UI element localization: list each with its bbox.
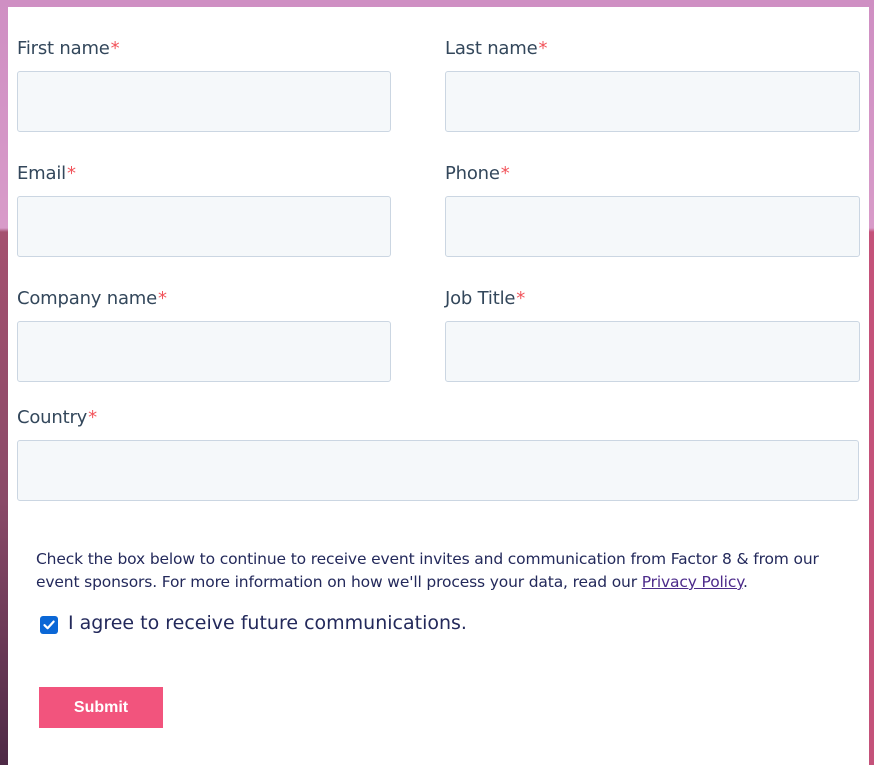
- country-label: Country*: [17, 407, 97, 428]
- company-name-input[interactable]: [17, 321, 391, 382]
- required-marker: *: [66, 163, 76, 184]
- required-marker: *: [158, 288, 167, 309]
- consent-checkbox-label: I agree to receive future communications…: [68, 612, 467, 634]
- required-marker: *: [88, 407, 97, 428]
- email-input[interactable]: [17, 196, 391, 257]
- country-input[interactable]: [17, 440, 859, 501]
- email-label: Email*: [17, 163, 76, 184]
- phone-input[interactable]: [445, 196, 860, 257]
- required-marker: *: [538, 38, 548, 59]
- job-title-label: Job Title*: [445, 288, 526, 309]
- company-name-label: Company name*: [17, 288, 167, 309]
- required-marker: *: [500, 163, 510, 184]
- privacy-policy-link[interactable]: Privacy Policy: [642, 573, 743, 591]
- last-name-input[interactable]: [445, 71, 860, 132]
- consent-checkbox[interactable]: [40, 616, 58, 634]
- required-marker: *: [110, 38, 120, 59]
- last-name-label: Last name*: [445, 38, 548, 59]
- phone-label: Phone*: [445, 163, 510, 184]
- required-marker: *: [516, 288, 526, 309]
- first-name-input[interactable]: [17, 71, 391, 132]
- consent-text: Check the box below to continue to recei…: [36, 550, 819, 591]
- submit-button[interactable]: Submit: [39, 687, 163, 728]
- checkmark-icon: [43, 620, 55, 630]
- signup-form: First name* Last name* Email* Phone* Com…: [8, 7, 869, 765]
- job-title-input[interactable]: [445, 321, 860, 382]
- first-name-label: First name*: [17, 38, 120, 59]
